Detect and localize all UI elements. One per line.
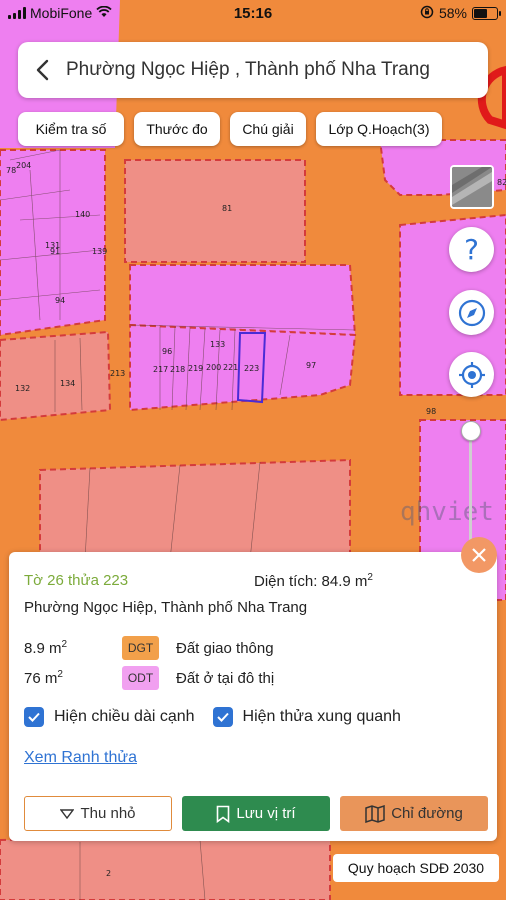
triangle-down-icon [60,808,75,819]
help-button[interactable]: ? [449,227,494,272]
parcel-address: Phường Ngọc Hiệp, Thành phố Nha Trang [24,599,308,616]
parcel-label: 217 [153,365,168,374]
parcel-label: 218 [170,365,185,374]
search-bar[interactable]: Phường Ngọc Hiệp , Thành phố Nha Trang [18,42,488,98]
display-options: Hiện chiều dài cạnh Hiện thửa xung quanh [24,707,419,727]
map-tool-chips: Kiểm tra số Thước đo Chú giải Lớp Q.Hoạc… [18,112,442,146]
check-number-chip[interactable]: Kiểm tra số [18,112,124,146]
zoom-slider-track[interactable] [469,425,472,550]
cellular-signal-icon [8,7,26,19]
checkmark-icon [28,712,40,722]
location-title[interactable]: Phường Ngọc Hiệp , Thành phố Nha Trang [66,59,430,81]
action-buttons: Thu nhỏ Lưu vị trí Chỉ đường [24,796,488,831]
parcel-info-panel: Tờ 26 thửa 223 Diện tích: 84.9 m2 Phường… [9,552,497,841]
parcel-label: 97 [306,361,316,370]
parcel-label: 91 [50,247,60,256]
directions-button[interactable]: Chỉ đường [340,796,488,831]
land-use-area: 76 m2 [24,669,63,687]
compass-button[interactable] [449,290,494,335]
status-bar: MobiFone 15:16 58% [0,0,506,26]
save-location-label: Lưu vị trí [236,805,296,822]
parcel-label: 82 [497,178,506,187]
wifi-icon [96,5,112,21]
parcel-label: 132 [15,384,30,393]
parcel-label: 96 [162,347,172,356]
satellite-icon [452,167,492,207]
parcel-label: 78 [6,166,16,175]
land-use-name: Đất ở tại đô thị [176,669,275,687]
view-boundary-link[interactable]: Xem Ranh thửa [24,749,137,767]
measure-chip[interactable]: Thước đo [134,112,220,146]
land-use-row: 76 m2 ODT Đất ở tại đô thị [24,666,274,690]
parcel-label: 134 [60,379,75,388]
land-use-code-badge: DGT [122,636,159,660]
parcel-area: Diện tích: 84.9 m2 [254,572,373,590]
parcel-label: 94 [55,296,65,305]
map-icon [365,804,385,823]
compass-icon [458,299,485,326]
land-use-code-badge: ODT [122,666,159,690]
parcel-label: 133 [210,340,225,349]
battery-percentage: 58% [438,5,467,21]
checkmark-icon [216,712,229,722]
parcel-label: 139 [92,247,107,256]
save-location-button[interactable]: Lưu vị trí [182,796,330,831]
satellite-layer-toggle[interactable] [450,165,494,209]
parcel-label: 81 [222,204,232,213]
land-use-name: Đất giao thông [176,639,274,657]
parcel-label: 98 [426,407,436,416]
directions-label: Chỉ đường [391,805,463,822]
show-edge-length-checkbox[interactable] [24,707,44,727]
close-icon [472,548,486,562]
map-watermark: qhviet [400,497,494,527]
carrier-name: MobiFone [30,5,93,21]
show-neighbors-checkbox[interactable] [212,707,233,727]
locate-icon [458,361,485,388]
parcel-label: 213 [110,369,125,378]
parcel-label: 223 [244,364,259,373]
shrink-button[interactable]: Thu nhỏ [24,796,172,831]
land-use-row: 8.9 m2 DGT Đất giao thông [24,636,274,660]
planning-layer-badge: Quy hoạch SDĐ 2030 [333,854,499,882]
show-edge-length-label[interactable]: Hiện chiều dài cạnh [54,708,195,726]
show-neighbors-label[interactable]: Hiện thửa xung quanh [243,708,401,726]
parcel-label: 140 [75,210,90,219]
question-mark-icon: ? [464,233,479,266]
parcel-label: 221 [223,363,238,372]
legend-chip[interactable]: Chú giải [230,112,306,146]
close-panel-button[interactable] [461,537,497,573]
parcel-label: 2 [106,869,111,878]
land-use-area: 8.9 m2 [24,639,68,657]
status-time: 15:16 [233,4,273,22]
parcel-label: 219 [188,364,203,373]
my-location-button[interactable] [449,352,494,397]
bookmark-icon [217,805,230,823]
planning-layer-chip[interactable]: Lớp Q.Hoạch(3) [316,112,442,146]
parcel-label: 204 [16,161,31,170]
parcel-id: Tờ 26 thửa 223 [24,572,129,589]
battery-icon [472,6,501,20]
parcel-label: 200 [206,363,221,372]
shrink-button-label: Thu nhỏ [80,805,136,822]
back-arrow-icon[interactable] [18,42,66,98]
orientation-lock-icon [420,5,434,22]
